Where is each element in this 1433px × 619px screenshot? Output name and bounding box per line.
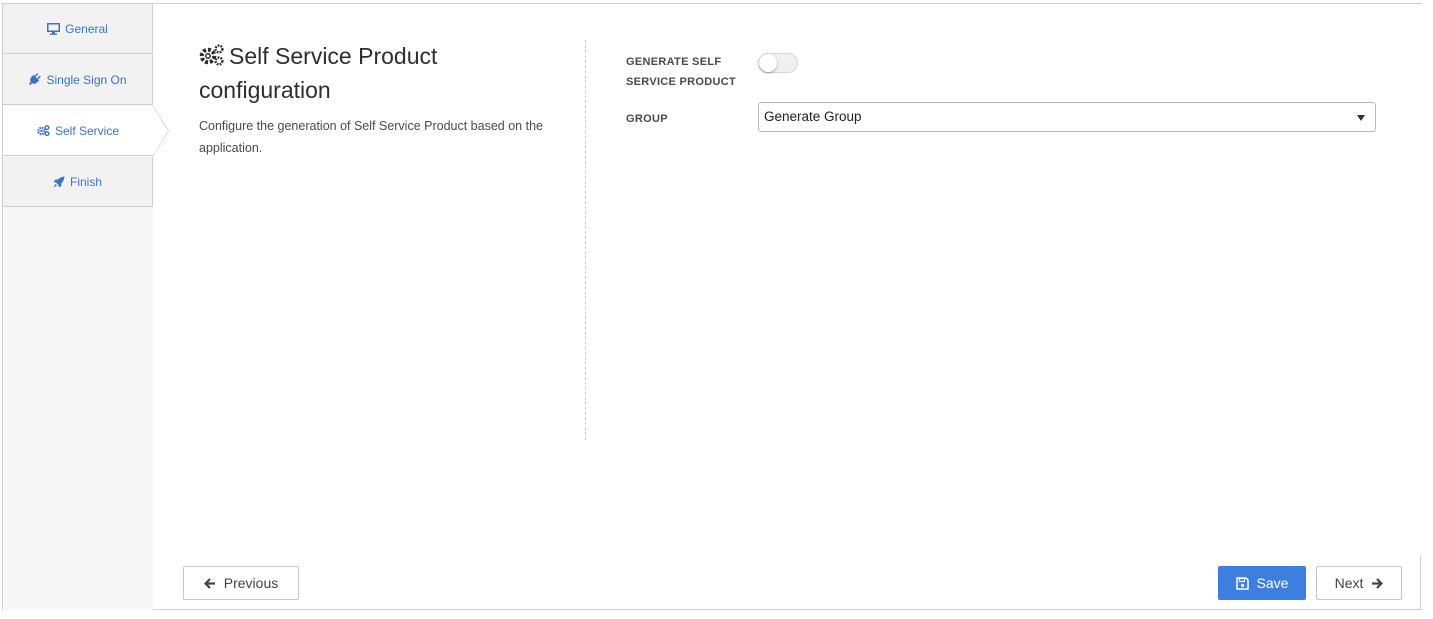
active-step-pointer-fill [153, 106, 168, 156]
page-title-text: Self Service Product configuration [199, 43, 438, 103]
wizard-sidebar: General Single Sign On Self Service Fini… [3, 4, 169, 610]
generate-product-label: GENERATE SELF SERVICE PRODUCT [626, 52, 736, 92]
step-single-sign-on[interactable]: Single Sign On [3, 55, 153, 105]
step-label: Finish [69, 174, 102, 189]
generate-product-label-line1: GENERATE SELF [626, 56, 722, 68]
footer-border [1420, 555, 1421, 610]
toggle-knob [759, 54, 777, 72]
generate-product-toggle[interactable] [758, 53, 798, 73]
rocket-icon [53, 176, 65, 188]
step-finish[interactable]: Finish [3, 157, 153, 207]
save-button[interactable]: Save [1218, 566, 1306, 600]
gears-icon [199, 42, 225, 74]
step-self-service[interactable]: Self Service [3, 105, 169, 157]
step-general[interactable]: General [3, 4, 153, 54]
caret-down-icon [1357, 115, 1365, 121]
step-label: Single Sign On [46, 72, 127, 87]
group-select[interactable]: Generate Group [758, 102, 1376, 132]
page-title: Self Service Product configuration [199, 40, 559, 106]
monitor-icon [47, 22, 61, 35]
step-label: General [65, 21, 108, 36]
arrow-left-icon [203, 577, 216, 589]
plug-icon [28, 73, 42, 86]
gears-icon [37, 125, 50, 136]
arrow-right-icon [1371, 577, 1384, 589]
next-label: Next [1334, 575, 1364, 591]
previous-button[interactable]: Previous [183, 566, 299, 600]
group-label: GROUP [626, 113, 668, 125]
step-label: Self Service [54, 123, 120, 138]
generate-product-label-line2: SERVICE PRODUCT [626, 76, 737, 88]
group-select-value: Generate Group [764, 109, 862, 124]
next-button[interactable]: Next [1316, 566, 1402, 600]
floppy-disk-icon [1235, 576, 1249, 590]
section-description: Configure the generation of Self Service… [199, 119, 543, 155]
column-divider [585, 40, 586, 440]
save-label: Save [1256, 575, 1289, 591]
previous-label: Previous [223, 575, 279, 591]
